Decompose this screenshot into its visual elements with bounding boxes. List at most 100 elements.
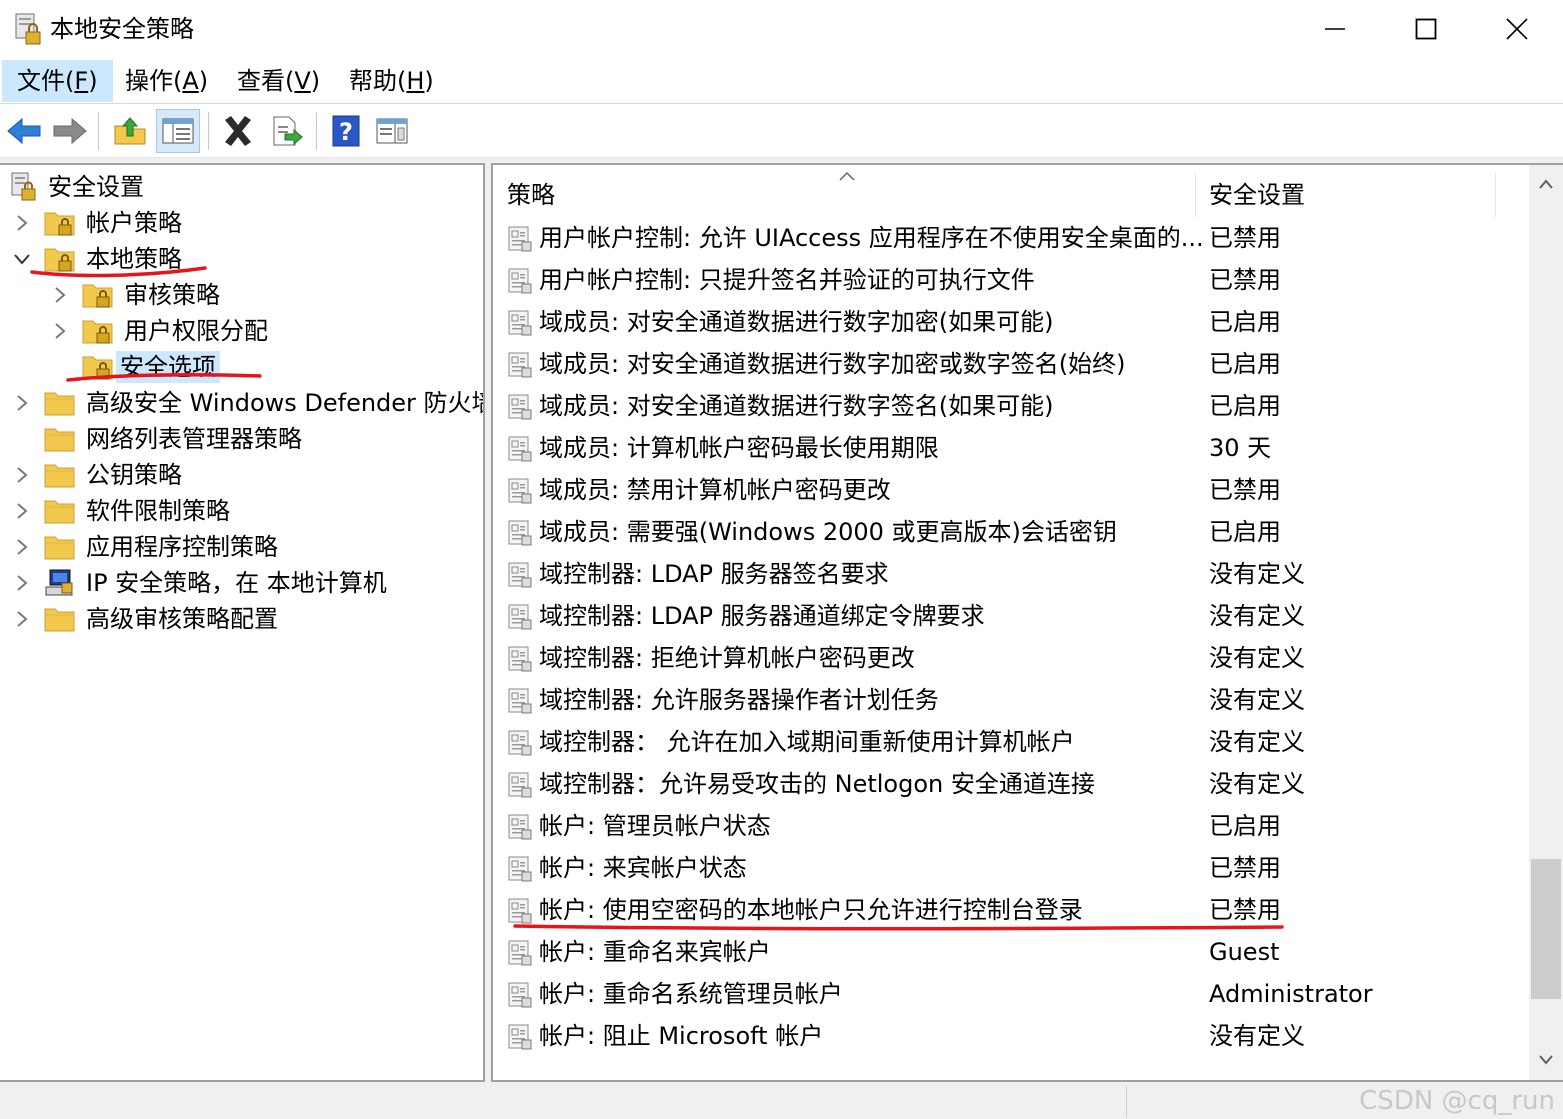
policy-row[interactable]: 域控制器: 拒绝计算机帐户密码更改 没有定义 [493, 637, 1529, 679]
tree-item-label: 审核策略 [124, 281, 220, 309]
close-button[interactable] [1471, 0, 1563, 58]
policy-name: 用户帐户控制: 只提升签名并验证的可执行文件 [539, 266, 1035, 294]
tree-item-windows-defender-firewall[interactable]: 高级安全 Windows Defender 防火墙 [0, 385, 483, 421]
vertical-scrollbar[interactable] [1529, 165, 1563, 1080]
policy-setting: 没有定义 [1209, 686, 1305, 714]
export-list-button[interactable] [264, 109, 308, 153]
chevron-right-icon[interactable] [50, 319, 70, 343]
tree-item-label: IP 安全策略，在 本地计算机 [86, 569, 387, 597]
policy-name: 域成员: 禁用计算机帐户密码更改 [539, 476, 891, 504]
tree-item-account-policies[interactable]: 帐户策略 [0, 205, 483, 241]
policy-icon [507, 561, 533, 589]
policy-row[interactable]: 域成员: 需要强(Windows 2000 或更高版本)会话密钥 已启用 [493, 511, 1529, 553]
tree-item-user-rights-assignment[interactable]: 用户权限分配 [0, 313, 483, 349]
svg-text:?: ? [339, 118, 353, 146]
tree-item-label: 公钥策略 [86, 461, 182, 489]
column-security-setting[interactable]: 安全设置 [1195, 173, 1495, 217]
up-one-level-button[interactable] [108, 109, 152, 153]
policy-setting: 已禁用 [1209, 476, 1281, 504]
chevron-right-icon[interactable] [50, 283, 70, 307]
chevron-right-icon[interactable] [12, 463, 32, 487]
policy-setting: 已禁用 [1209, 896, 1281, 924]
delete-button[interactable] [216, 109, 260, 153]
policy-setting: 已启用 [1209, 392, 1281, 420]
window-title: 本地安全策略 [50, 15, 194, 43]
tree-item-application-control-policies[interactable]: 应用程序控制策略 [0, 529, 483, 565]
policy-row[interactable]: 用户帐户控制: 只提升签名并验证的可执行文件 已禁用 [493, 259, 1529, 301]
show-hide-tree-icon [162, 118, 194, 144]
forward-button[interactable] [48, 109, 92, 153]
show-hide-console-tree-button[interactable] [156, 109, 200, 153]
chevron-right-icon[interactable] [12, 391, 32, 415]
policy-name: 帐户: 阻止 Microsoft 帐户 [539, 1022, 824, 1050]
policy-row[interactable]: 帐户: 阻止 Microsoft 帐户 没有定义 [493, 1015, 1529, 1057]
chevron-down-icon[interactable] [12, 247, 32, 271]
tree-item-security-options[interactable]: 安全选项 [0, 349, 483, 385]
folder-lock-icon [82, 280, 114, 310]
maximize-button[interactable] [1380, 0, 1472, 58]
local-security-policy-icon [14, 12, 42, 46]
chevron-right-icon[interactable] [12, 499, 32, 523]
chevron-right-icon[interactable] [12, 535, 32, 559]
chevron-right-icon[interactable] [12, 211, 32, 235]
policy-name: 帐户: 重命名来宾帐户 [539, 938, 771, 966]
tree-item-network-list-manager-policies[interactable]: 网络列表管理器策略 [0, 421, 483, 457]
tree-item-local-policies[interactable]: 本地策略 [0, 241, 483, 277]
policy-setting: 已启用 [1209, 812, 1281, 840]
up-folder-icon [114, 117, 146, 145]
policy-row[interactable]: 域控制器: LDAP 服务器签名要求 没有定义 [493, 553, 1529, 595]
policy-name: 域控制器: 允许服务器操作者计划任务 [539, 686, 939, 714]
menu-bar: 文件(F) 操作(A) 查看(V) 帮助(H) [0, 58, 1563, 104]
chevron-right-icon[interactable] [12, 571, 32, 595]
menu-view[interactable]: 查看(V) [222, 60, 335, 102]
policy-row[interactable]: 域控制器：允许易受攻击的 Netlogon 安全通道连接 没有定义 [493, 763, 1529, 805]
scrollbar-thumb[interactable] [1531, 859, 1561, 999]
sort-ascending-icon [838, 167, 856, 186]
policy-icon [507, 393, 533, 421]
policy-icon [507, 1023, 533, 1051]
policy-icon [507, 309, 533, 337]
minimize-button[interactable] [1289, 0, 1381, 58]
policy-row[interactable]: 帐户: 管理员帐户状态 已启用 [493, 805, 1529, 847]
tree-item-public-key-policies[interactable]: 公钥策略 [0, 457, 483, 493]
policy-row[interactable]: 帐户: 使用空密码的本地帐户只允许进行控制台登录 已禁用 [493, 889, 1529, 931]
policy-row[interactable]: 帐户: 重命名来宾帐户 Guest [493, 931, 1529, 973]
policy-row[interactable]: 域成员: 对安全通道数据进行数字签名(如果可能) 已启用 [493, 385, 1529, 427]
menu-help[interactable]: 帮助(H) [334, 60, 449, 102]
menu-action[interactable]: 操作(A) [110, 60, 223, 102]
policy-icon [507, 351, 533, 379]
menu-file[interactable]: 文件(F) [2, 60, 113, 102]
ip-security-icon [44, 568, 76, 598]
tree-item-security-settings[interactable]: 安全设置 [0, 169, 483, 205]
tree-item-ip-security-policies[interactable]: IP 安全策略，在 本地计算机 [0, 565, 483, 601]
policy-row[interactable]: 域控制器: 允许服务器操作者计划任务 没有定义 [493, 679, 1529, 721]
policy-row[interactable]: 域成员: 禁用计算机帐户密码更改 已禁用 [493, 469, 1529, 511]
scroll-up-button[interactable] [1529, 167, 1563, 201]
policy-row[interactable]: 帐户: 重命名系统管理员帐户 Administrator [493, 973, 1529, 1015]
scroll-down-button[interactable] [1529, 1043, 1563, 1077]
policy-row[interactable]: 域成员: 计算机帐户密码最长使用期限 30 天 [493, 427, 1529, 469]
properties-view-icon [376, 118, 408, 144]
policy-row[interactable]: 帐户: 来宾帐户状态 已禁用 [493, 847, 1529, 889]
policy-row[interactable]: 用户帐户控制: 允许 UIAccess 应用程序在不使用安全桌面的... 已禁用 [493, 217, 1529, 259]
policy-icon [507, 519, 533, 547]
folder-icon [44, 532, 76, 562]
chevron-right-icon[interactable] [12, 607, 32, 631]
policy-row[interactable]: 域控制器： 允许在加入域期间重新使用计算机帐户 没有定义 [493, 721, 1529, 763]
policy-setting: Guest [1209, 938, 1280, 966]
tree-item-software-restriction-policies[interactable]: 软件限制策略 [0, 493, 483, 529]
tree-item-advanced-audit-policy[interactable]: 高级审核策略配置 [0, 601, 483, 637]
status-bar: CSDN @cq_run [0, 1082, 1563, 1119]
help-button[interactable]: ? [324, 109, 368, 153]
policy-row[interactable]: 域成员: 对安全通道数据进行数字加密(如果可能) 已启用 [493, 301, 1529, 343]
tree-item-audit-policy[interactable]: 审核策略 [0, 277, 483, 313]
tree-item-label: 高级安全 Windows Defender 防火墙 [86, 389, 485, 417]
back-button[interactable] [2, 109, 46, 153]
policy-row[interactable]: 域控制器: LDAP 服务器通道绑定令牌要求 没有定义 [493, 595, 1529, 637]
policy-name: 域成员: 对安全通道数据进行数字加密或数字签名(始终) [539, 350, 1126, 378]
policy-row[interactable]: 域成员: 对安全通道数据进行数字加密或数字签名(始终) 已启用 [493, 343, 1529, 385]
properties-view-button[interactable] [370, 109, 414, 153]
policy-setting: 已启用 [1209, 350, 1281, 378]
toolbar: ? [0, 104, 1563, 158]
folder-lock-icon [82, 316, 114, 346]
